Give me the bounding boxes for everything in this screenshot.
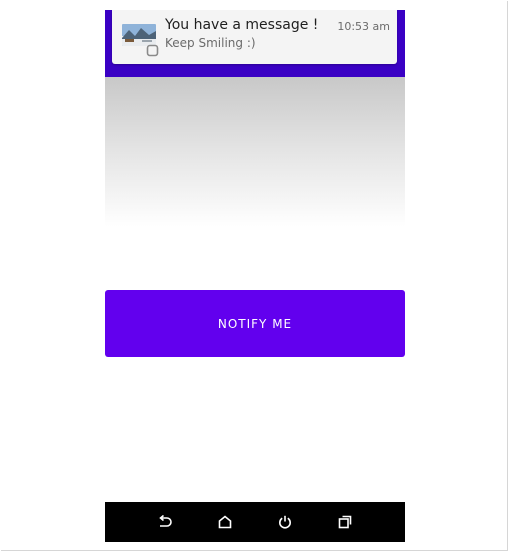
- notify-me-button[interactable]: NOTIFY ME: [105, 290, 405, 357]
- app-small-icon: [146, 42, 159, 57]
- notification-shade: [105, 77, 405, 227]
- notification-text: Keep Smiling :): [165, 36, 256, 50]
- navigation-bar: [105, 502, 405, 542]
- recents-icon[interactable]: [335, 512, 355, 532]
- phone-screen: You have a message ! Keep Smiling :) 10:…: [105, 10, 405, 542]
- notification-time: 10:53 am: [337, 20, 390, 33]
- back-icon[interactable]: [155, 512, 175, 532]
- power-icon[interactable]: [275, 512, 295, 532]
- home-icon[interactable]: [215, 512, 235, 532]
- notification-card[interactable]: You have a message ! Keep Smiling :) 10:…: [112, 10, 397, 64]
- notification-title: You have a message !: [165, 17, 319, 33]
